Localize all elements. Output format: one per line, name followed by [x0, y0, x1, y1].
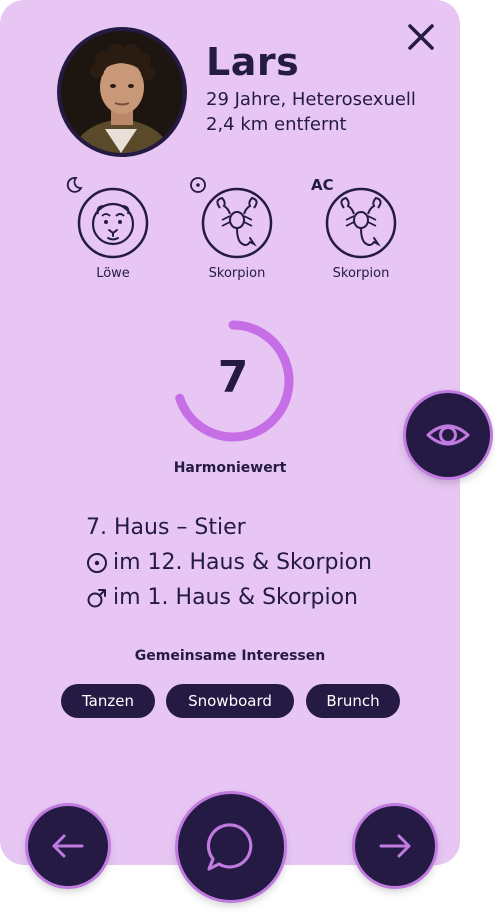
close-icon[interactable] [404, 20, 438, 54]
lion-icon [77, 187, 149, 259]
aspect-list: 7. Haus – Stier im 12. Haus & Skorpion i… [86, 510, 372, 615]
zodiac-label-moon: Löwe [96, 266, 130, 281]
zodiac-label-sun: Skorpion [208, 266, 266, 281]
previous-button[interactable] [28, 806, 108, 886]
arrow-left-icon [52, 834, 84, 858]
chat-bubble-icon [206, 823, 253, 871]
sun-icon [87, 552, 107, 573]
aspect-item: im 1. Haus & Skorpion [86, 580, 372, 615]
eye-icon [426, 424, 470, 446]
aspect-text: im 1. Haus & Skorpion [113, 584, 358, 610]
profile-details: 29 Jahre, Heterosexuell [206, 89, 416, 110]
zodiac-label-ascendant: Skorpion [332, 266, 390, 281]
scorpion-icon [325, 187, 397, 259]
profile-card: Lars 29 Jahre, Heterosexuell 2,4 km entf… [0, 0, 460, 865]
aspect-item: 7. Haus – Stier [86, 510, 372, 545]
interest-chip-snowboard[interactable]: Snowboard [166, 684, 294, 718]
interests-title: Gemeinsame Interessen [134, 648, 326, 664]
aspect-item: im 12. Haus & Skorpion [86, 545, 372, 580]
next-button[interactable] [355, 806, 435, 886]
chat-button[interactable] [178, 794, 284, 900]
aspect-text: im 12. Haus & Skorpion [113, 549, 372, 575]
arrow-right-icon [379, 834, 411, 858]
mars-icon [87, 588, 106, 607]
scorpion-icon [201, 187, 273, 259]
aspect-text: 7. Haus – Stier [86, 514, 246, 540]
profile-name: Lars [206, 40, 300, 84]
harmony-value: 7 [217, 352, 249, 403]
interest-chip-brunch[interactable]: Brunch [306, 684, 400, 718]
harmony-label: Harmoniewert [173, 460, 287, 476]
profile-distance: 2,4 km entfernt [206, 114, 347, 135]
view-details-button[interactable] [406, 393, 490, 477]
interest-chip-tanzen[interactable]: Tanzen [61, 684, 155, 718]
avatar [61, 31, 183, 153]
